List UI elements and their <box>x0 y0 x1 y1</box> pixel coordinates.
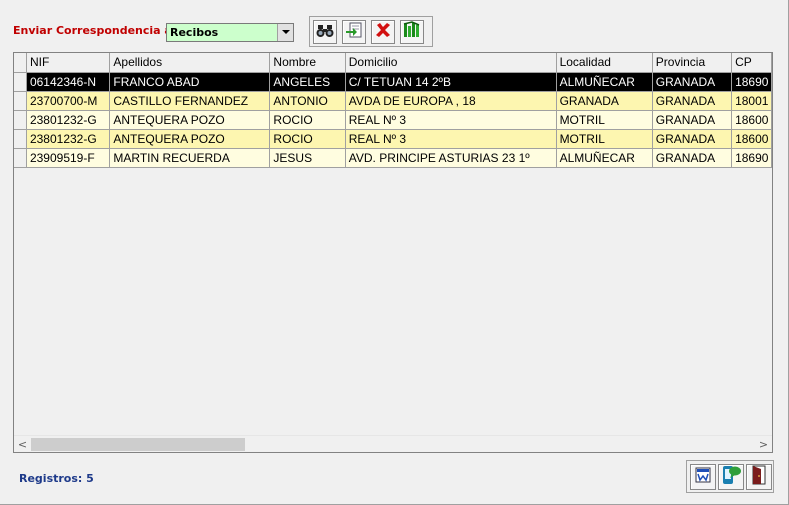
scrollbar-thumb[interactable] <box>31 438 245 451</box>
toolbar <box>309 16 433 47</box>
chevron-down-icon[interactable] <box>277 24 293 41</box>
column-header-localidad[interactable]: Localidad <box>556 53 653 73</box>
cell-apellidos[interactable]: MARTIN RECUERDA <box>109 148 271 168</box>
contacts-table: NIF Apellidos Nombre Domicilio Localidad… <box>14 53 772 168</box>
records-count: Registros: 5 <box>19 472 94 485</box>
cell-apellidos[interactable]: ANTEQUERA POZO <box>109 129 271 149</box>
send-to-label: Enviar Correspondencia a: <box>13 24 177 37</box>
column-header-nif[interactable]: NIF <box>26 53 111 73</box>
cell-nif[interactable]: 06142346-N <box>26 72 111 92</box>
cell-apellidos[interactable]: CASTILLO FERNANDEZ <box>109 91 271 111</box>
import-icon <box>345 21 363 43</box>
cell-nif[interactable]: 23801232-G <box>26 110 111 130</box>
cell-provincia[interactable]: GRANADA <box>652 91 733 111</box>
cell-provincia[interactable]: GRANADA <box>652 110 733 130</box>
import-button[interactable] <box>342 20 366 44</box>
main-window: Enviar Correspondencia a: Recibos NIF Ap… <box>0 0 789 505</box>
search-button[interactable] <box>313 20 337 44</box>
cell-nombre[interactable]: ANGELES <box>269 72 346 92</box>
cell-domicilio[interactable]: REAL Nº 3 <box>345 110 557 130</box>
cell-domicilio[interactable]: AVDA DE EUROPA , 18 <box>345 91 557 111</box>
cell-cp[interactable]: 18600 <box>731 129 772 149</box>
table-row[interactable]: 06142346-N FRANCO ABAD ANGELES C/ TETUAN… <box>14 72 772 92</box>
cell-cp[interactable]: 18600 <box>731 110 772 130</box>
delete-button[interactable] <box>371 20 395 44</box>
cell-localidad[interactable]: MOTRIL <box>556 110 653 130</box>
column-header-apellidos[interactable]: Apellidos <box>109 53 271 73</box>
cell-domicilio[interactable]: REAL Nº 3 <box>345 129 557 149</box>
destination-combo-value: Recibos <box>170 26 219 39</box>
cell-localidad[interactable]: ALMUÑECAR <box>556 72 653 92</box>
binoculars-icon <box>316 23 334 42</box>
exit-button[interactable] <box>746 464 772 490</box>
contacts-grid[interactable]: NIF Apellidos Nombre Domicilio Localidad… <box>13 52 773 453</box>
row-indicator[interactable] <box>14 129 27 149</box>
cell-localidad[interactable]: ALMUÑECAR <box>556 148 653 168</box>
cell-nombre[interactable]: ANTONIO <box>269 91 346 111</box>
cell-localidad[interactable]: GRANADA <box>556 91 653 111</box>
bookshelf-icon <box>403 21 421 43</box>
column-header-provincia[interactable]: Provincia <box>652 53 733 73</box>
cell-provincia[interactable]: GRANADA <box>652 72 733 92</box>
books-button[interactable] <box>400 20 424 44</box>
scroll-left-icon[interactable]: < <box>14 436 31 452</box>
cell-nombre[interactable]: ROCIO <box>269 110 346 130</box>
row-indicator[interactable] <box>14 148 27 168</box>
row-indicator[interactable] <box>14 72 27 92</box>
cell-cp[interactable]: 18690 <box>731 148 772 168</box>
table-row[interactable]: 23801232-G ANTEQUERA POZO ROCIO REAL Nº … <box>14 110 772 130</box>
cell-apellidos[interactable]: FRANCO ABAD <box>109 72 271 92</box>
column-header-domicilio[interactable]: Domicilio <box>345 53 557 73</box>
table-row[interactable]: 23801232-G ANTEQUERA POZO ROCIO REAL Nº … <box>14 129 772 149</box>
column-header-nombre[interactable]: Nombre <box>269 53 346 73</box>
cell-cp[interactable]: 18001 <box>731 91 772 111</box>
column-header-cp[interactable]: CP <box>731 53 772 73</box>
cell-nif[interactable]: 23801232-G <box>26 129 111 149</box>
cell-nif[interactable]: 23700700-M <box>26 91 111 111</box>
horizontal-scrollbar[interactable]: < > <box>14 435 772 452</box>
destination-combo[interactable]: Recibos <box>166 23 294 42</box>
cell-cp[interactable]: 18690 <box>731 72 772 92</box>
table-row[interactable]: 23700700-M CASTILLO FERNANDEZ ANTONIO AV… <box>14 91 772 111</box>
cell-domicilio[interactable]: AVD. PRINCIPE ASTURIAS 23 1º <box>345 148 557 168</box>
cell-domicilio[interactable]: C/ TETUAN 14 2ºB <box>345 72 557 92</box>
delete-icon <box>375 22 391 42</box>
table-row[interactable]: 23909519-F MARTIN RECUERDA JESUS AVD. PR… <box>14 148 772 168</box>
sms-button[interactable] <box>718 464 744 490</box>
sms-icon <box>720 464 742 490</box>
exit-door-icon <box>750 465 768 489</box>
word-export-button[interactable] <box>690 464 716 490</box>
cell-provincia[interactable]: GRANADA <box>652 129 733 149</box>
word-icon <box>694 466 712 488</box>
row-indicator[interactable] <box>14 110 27 130</box>
row-indicator-header <box>14 53 27 73</box>
cell-nombre[interactable]: JESUS <box>269 148 346 168</box>
cell-nif[interactable]: 23909519-F <box>26 148 111 168</box>
cell-localidad[interactable]: MOTRIL <box>556 129 653 149</box>
bottom-toolbar <box>686 460 774 493</box>
cell-apellidos[interactable]: ANTEQUERA POZO <box>109 110 271 130</box>
scroll-right-icon[interactable]: > <box>755 436 772 452</box>
cell-provincia[interactable]: GRANADA <box>652 148 733 168</box>
cell-nombre[interactable]: ROCIO <box>269 129 346 149</box>
header-row: NIF Apellidos Nombre Domicilio Localidad… <box>14 53 772 73</box>
row-indicator[interactable] <box>14 91 27 111</box>
